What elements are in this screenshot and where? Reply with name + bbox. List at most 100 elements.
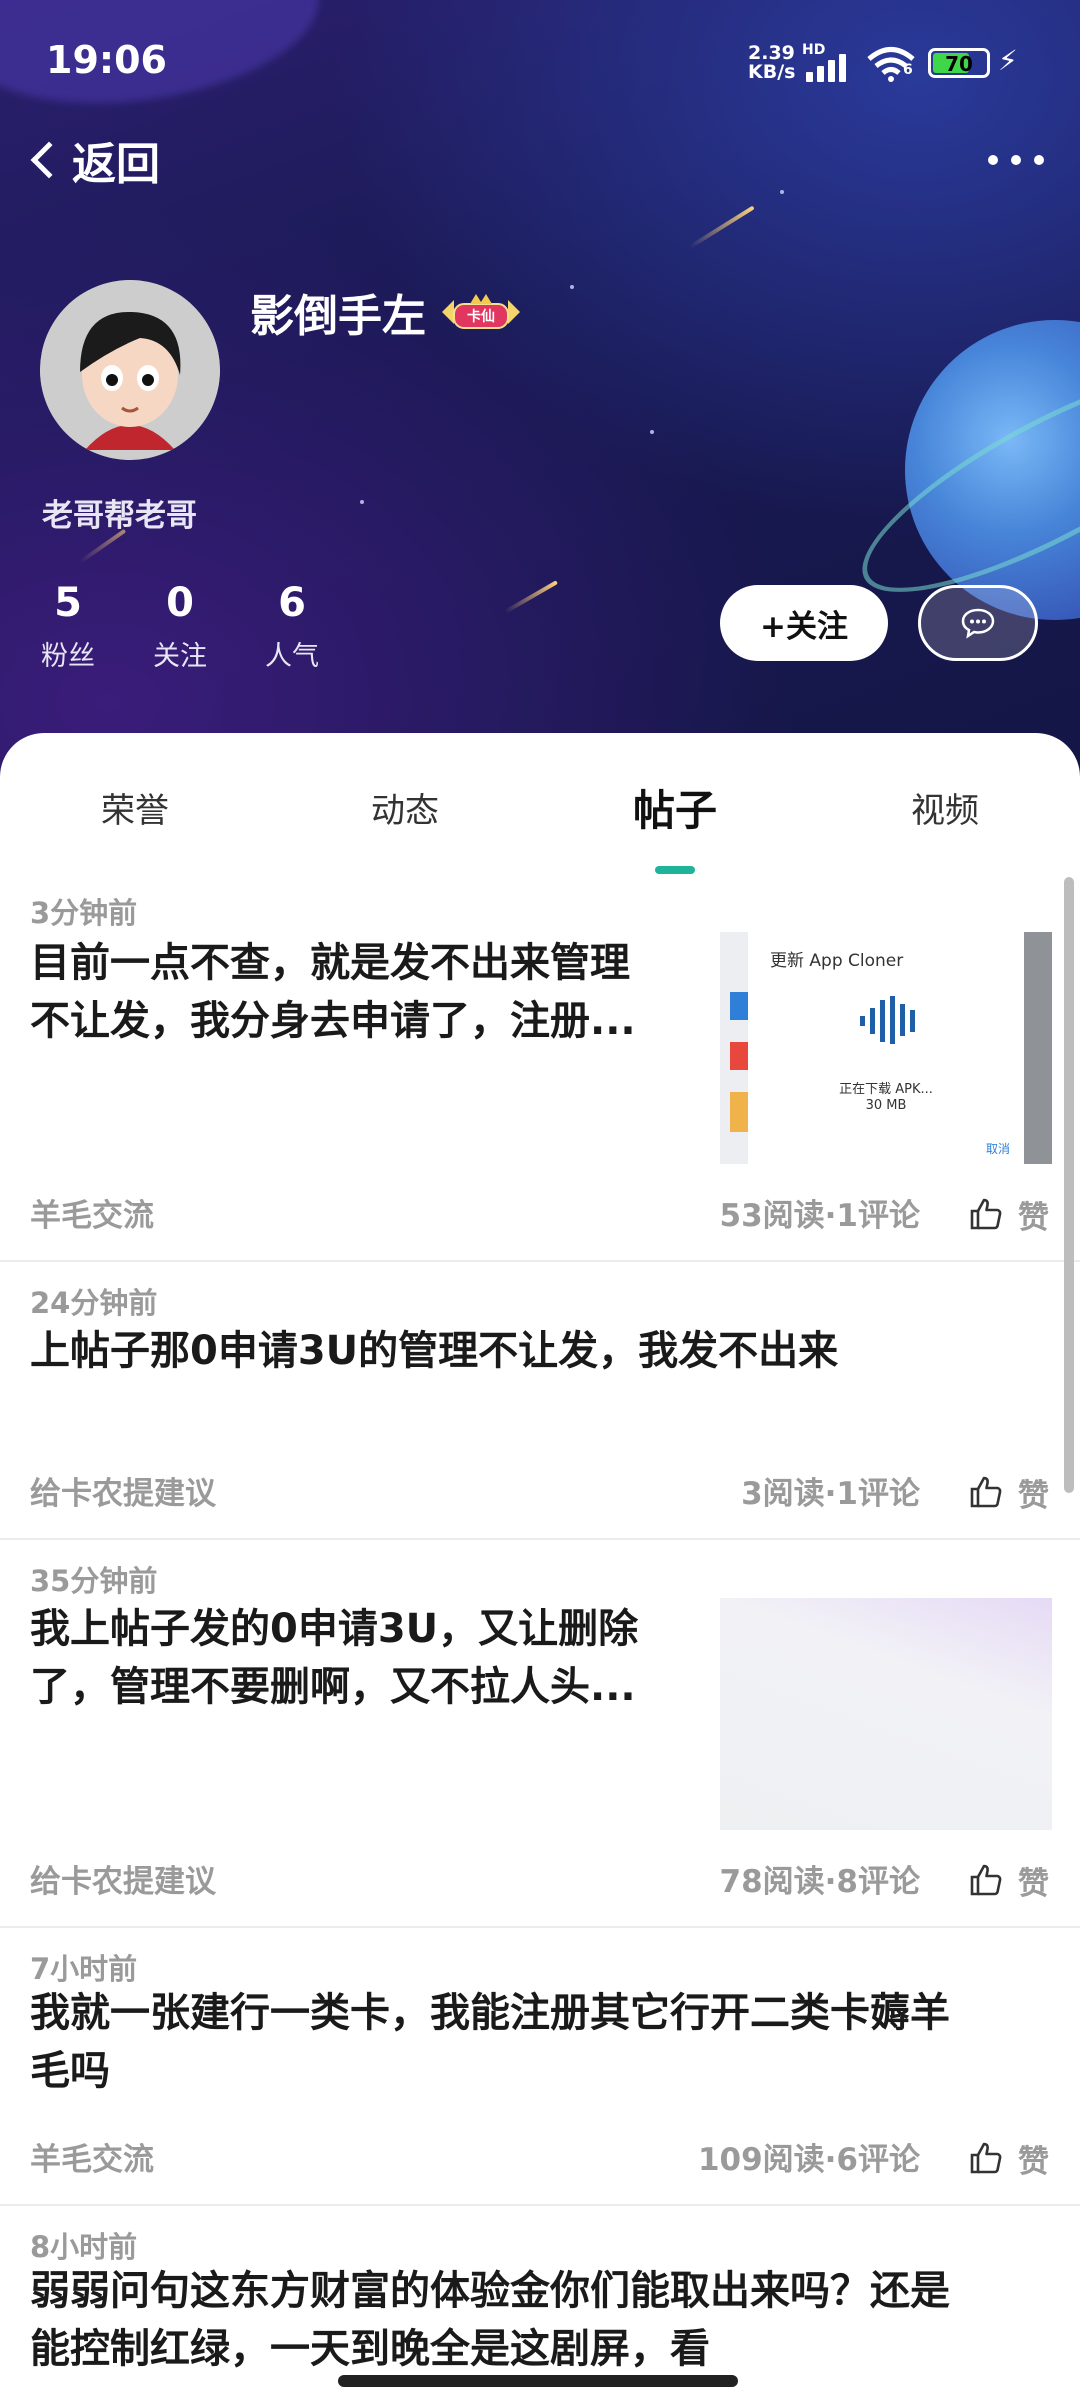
thumbnail-edge [720, 932, 748, 1164]
like-button[interactable]: 赞 [968, 1470, 1058, 1514]
chat-bubble-icon [961, 608, 995, 639]
stat-fans-value: 5 [54, 580, 82, 626]
thumbnail-dialog-cancel: 取消 [985, 1142, 1010, 1156]
profile-header: 19:06 2.39 KB/s HD 6 70 ⚡ 返回 影倒手左 卡仙 老哥帮… [0, 0, 1080, 780]
stat-following-label: 关注 [153, 641, 207, 672]
meteor-streak [688, 205, 755, 249]
message-button[interactable] [918, 585, 1038, 661]
thumbnail-dialog-size: 30 MB [865, 1098, 907, 1113]
like-button[interactable]: 赞 [968, 1192, 1058, 1236]
download-progress-icon [860, 996, 915, 1044]
post-title: 目前一点不查，就是发不出来管理 不让发，我分身去申请了，注册... [30, 934, 700, 1050]
post-category[interactable]: 羊毛交流 [30, 1190, 154, 1235]
stat-following-value: 0 [166, 580, 194, 626]
stat-popularity: 6 人气 [252, 580, 332, 673]
tab-activity[interactable]: 动态 [325, 783, 485, 832]
thumbnail-dialog-status: 正在下载 APK... [839, 1082, 933, 1097]
status-time: 19:06 [46, 38, 167, 82]
post-stats: 3阅读·1评论 [741, 1476, 920, 1512]
post-stats: 78阅读·8评论 [719, 1864, 921, 1900]
thumbnail-app-icon [730, 992, 748, 1020]
stat-following[interactable]: 0 关注 [140, 580, 220, 673]
more-dot-icon [1034, 155, 1044, 165]
post-title-line: 我上帖子发的0申请3U，又让删除 [30, 1606, 639, 1652]
post-time: 7小时前 [30, 1952, 138, 1986]
nickname: 影倒手左 [250, 291, 426, 342]
post-title-line: 了，管理不要删啊，又不拉人头... [30, 1664, 636, 1710]
post-title-line: 毛吗 [30, 2048, 110, 2094]
post-title-line: 能控制红绿，一天到晚全是这剧屏，看 [30, 2326, 710, 2372]
charging-bolt-icon: ⚡ [998, 44, 1018, 77]
like-label: 赞 [1018, 2143, 1049, 2180]
follow-button[interactable]: +关注 [720, 585, 888, 661]
thumbnail-app-icon [730, 1042, 748, 1070]
post-time: 3分钟前 [30, 896, 138, 930]
thumbnail-dialog-title: 更新 App Cloner [770, 951, 904, 971]
like-label: 赞 [1018, 1865, 1049, 1902]
cellular-signal-icon [806, 52, 854, 82]
thumbnail-dialog: 更新 App Cloner 正在下载 APK... 30 MB 取消 [748, 932, 1024, 1164]
post-title-line: 不让发，我分身去申请了，注册... [30, 998, 636, 1044]
post-item[interactable]: 24分钟前 上帖子那0申请3U的管理不让发，我发不出来 给卡农提建议 3阅读·1… [0, 1262, 1080, 1540]
like-label: 赞 [1018, 1199, 1049, 1236]
post-stats: 53阅读·1评论 [719, 1198, 921, 1234]
more-dot-icon [988, 155, 998, 165]
thumbs-up-icon [970, 1476, 1002, 1508]
tab-videos[interactable]: 视频 [865, 783, 1025, 832]
star [650, 430, 654, 434]
post-title-line: 我就一张建行一类卡，我能注册其它行开二类卡薅羊 [30, 1990, 950, 2036]
post-item[interactable]: 7小时前 我就一张建行一类卡，我能注册其它行开二类卡薅羊 毛吗 羊毛交流 109… [0, 1928, 1080, 2206]
like-button[interactable]: 赞 [968, 2136, 1058, 2180]
stat-popularity-label: 人气 [265, 641, 319, 672]
star [360, 500, 364, 504]
thumbnail-app-icon [730, 1092, 748, 1132]
post-title-line: 上帖子那0申请3U的管理不让发，我发不出来 [30, 1328, 839, 1374]
wifi-6-label: 6 [903, 62, 913, 78]
tab-posts[interactable]: 帖子 [595, 777, 755, 838]
star [780, 190, 784, 194]
star [570, 285, 574, 289]
back-button[interactable]: 返回 [26, 130, 160, 190]
network-speed: 2.39 KB/s [748, 44, 800, 82]
tab-honors[interactable]: 荣誉 [55, 783, 215, 832]
post-item[interactable]: 35分钟前 我上帖子发的0申请3U，又让删除 了，管理不要删啊，又不拉人头...… [0, 1540, 1080, 1928]
post-title: 上帖子那0申请3U的管理不让发，我发不出来 [30, 1322, 1030, 1380]
thumbs-up-icon [970, 2142, 1002, 2174]
chevron-left-icon [30, 141, 68, 179]
post-category[interactable]: 羊毛交流 [30, 2134, 154, 2179]
thumbnail-edge [1024, 932, 1052, 1164]
thumbs-up-icon [970, 1864, 1002, 1896]
status-bar: 19:06 2.39 KB/s HD 6 70 ⚡ [0, 0, 1080, 120]
post-title: 我就一张建行一类卡，我能注册其它行开二类卡薅羊 毛吗 [30, 1984, 1060, 2100]
post-title-line: 弱弱问句这东方财富的体验金你们能取出来吗？还是 [30, 2268, 950, 2314]
post-time: 24分钟前 [30, 1286, 158, 1320]
scrollbar[interactable] [1064, 877, 1074, 1493]
home-indicator[interactable] [338, 2375, 738, 2387]
post-thumbnail[interactable]: 更新 App Cloner 正在下载 APK... 30 MB 取消 [720, 932, 1052, 1164]
like-button[interactable]: 赞 [968, 1858, 1058, 1902]
post-item[interactable]: 8小时前 弱弱问句这东方财富的体验金你们能取出来吗？还是 能控制红绿，一天到晚全… [0, 2206, 1080, 2400]
post-item[interactable]: 3分钟前 目前一点不查，就是发不出来管理 不让发，我分身去申请了，注册... 更… [0, 872, 1080, 1262]
meteor-streak [504, 580, 558, 614]
post-time: 8小时前 [30, 2230, 138, 2264]
post-category[interactable]: 给卡农提建议 [30, 1856, 216, 1901]
post-thumbnail[interactable] [720, 1598, 1052, 1830]
rank-badge-label: 卡仙 [467, 308, 495, 325]
network-speed-unit: KB/s [748, 61, 796, 83]
avatar[interactable] [40, 280, 220, 460]
thumbs-up-icon [970, 1198, 1002, 1230]
rank-badge: 卡仙 [442, 294, 520, 329]
post-time: 35分钟前 [30, 1564, 158, 1598]
like-label: 赞 [1018, 1477, 1049, 1514]
stat-fans[interactable]: 5 粉丝 [28, 580, 108, 673]
post-category[interactable]: 给卡农提建议 [30, 1468, 216, 1513]
stat-fans-label: 粉丝 [41, 641, 95, 672]
post-title: 我上帖子发的0申请3U，又让删除 了，管理不要删啊，又不拉人头... [30, 1600, 700, 1716]
profile-signature: 老哥帮老哥 [42, 498, 197, 534]
tab-bar: 荣誉 动态 帖子 视频 [0, 773, 1080, 853]
post-stats: 109阅读·6评论 [697, 2142, 920, 2178]
back-label: 返回 [72, 139, 160, 190]
stat-popularity-value: 6 [278, 580, 306, 626]
more-options-button[interactable] [988, 148, 1044, 172]
battery-icon: 70 [928, 48, 990, 78]
